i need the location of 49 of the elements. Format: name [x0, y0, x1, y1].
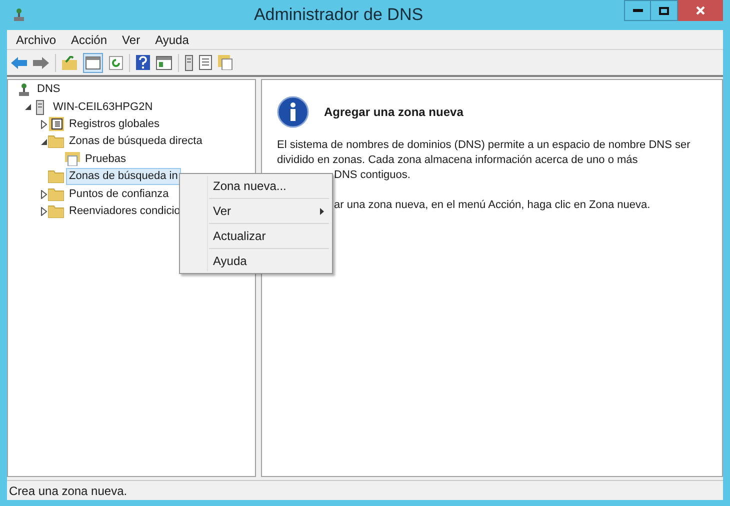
back-icon[interactable] [11, 56, 27, 68]
window-title: Administrador de DNS [252, 4, 424, 26]
menu-item[interactable]: Ayuda [155, 30, 189, 48]
tree-item[interactable]: Puntos de confianza [66, 186, 172, 203]
records-icon [48, 117, 64, 132]
close-button[interactable] [678, 0, 723, 21]
info-icon [277, 96, 309, 128]
tree-item[interactable]: Zonas de búsqueda directa [66, 133, 206, 150]
dns-icon [18, 82, 30, 97]
forward-icon[interactable] [33, 56, 49, 68]
close-icon [696, 6, 705, 15]
minimize-icon [632, 9, 642, 12]
tree-item[interactable]: DNS [34, 81, 64, 98]
expand-icon[interactable] [41, 206, 47, 216]
content-paragraph: El sistema de nombres de dominios (DNS) permite a un espacio de nombre DNS ser dividido en zonas. Cada zona almacena información acerca de uno o más [277, 138, 692, 168]
server-icon [36, 100, 44, 115]
document-icon[interactable] [218, 55, 233, 70]
content-heading: Agregar una zona nueva [324, 104, 464, 121]
context-menu-item[interactable]: Zona nueva... [180, 176, 332, 196]
menu-item[interactable]: Acción [71, 30, 108, 48]
app-icon [13, 8, 25, 22]
content-instruction: ar una zona nueva, en el menú Acción, haga clic en Zona nueva. [334, 198, 650, 213]
menu-item[interactable]: Ver [122, 30, 140, 48]
collapse-icon[interactable] [25, 104, 31, 110]
tree-item[interactable]: WIN-CEIL63HPG2N [50, 98, 156, 116]
folder-up-icon[interactable] [62, 56, 77, 70]
folder-icon [48, 135, 64, 148]
tree-item[interactable]: Pruebas [82, 150, 129, 168]
context-menu-item[interactable]: Ayuda [180, 251, 332, 271]
refresh-icon[interactable] [109, 56, 123, 70]
tree-item[interactable]: Registros globales [66, 116, 162, 133]
context-menu-item[interactable]: Actualizar [180, 226, 332, 246]
server-icon[interactable] [185, 54, 193, 70]
pane-toggle-icon[interactable] [83, 52, 103, 72]
folder-icon [48, 204, 64, 218]
folder-icon [48, 188, 64, 201]
folder-icon [48, 170, 64, 184]
tree-item[interactable]: Zonas de búsqueda in [66, 168, 181, 186]
status-bar: Crea una zona nueva. [7, 480, 723, 500]
maximize-icon [659, 6, 669, 14]
zone-icon [64, 152, 80, 166]
menu-item[interactable]: Archivo [16, 30, 56, 48]
help-icon[interactable] [136, 55, 150, 70]
minimize-button[interactable] [624, 0, 651, 21]
expand-icon[interactable] [41, 120, 47, 129]
content-paragraph-end: DNS contiguos. [334, 168, 410, 183]
list-icon[interactable] [199, 55, 212, 70]
expand-icon[interactable] [41, 190, 47, 199]
panel-icon[interactable] [156, 56, 172, 70]
